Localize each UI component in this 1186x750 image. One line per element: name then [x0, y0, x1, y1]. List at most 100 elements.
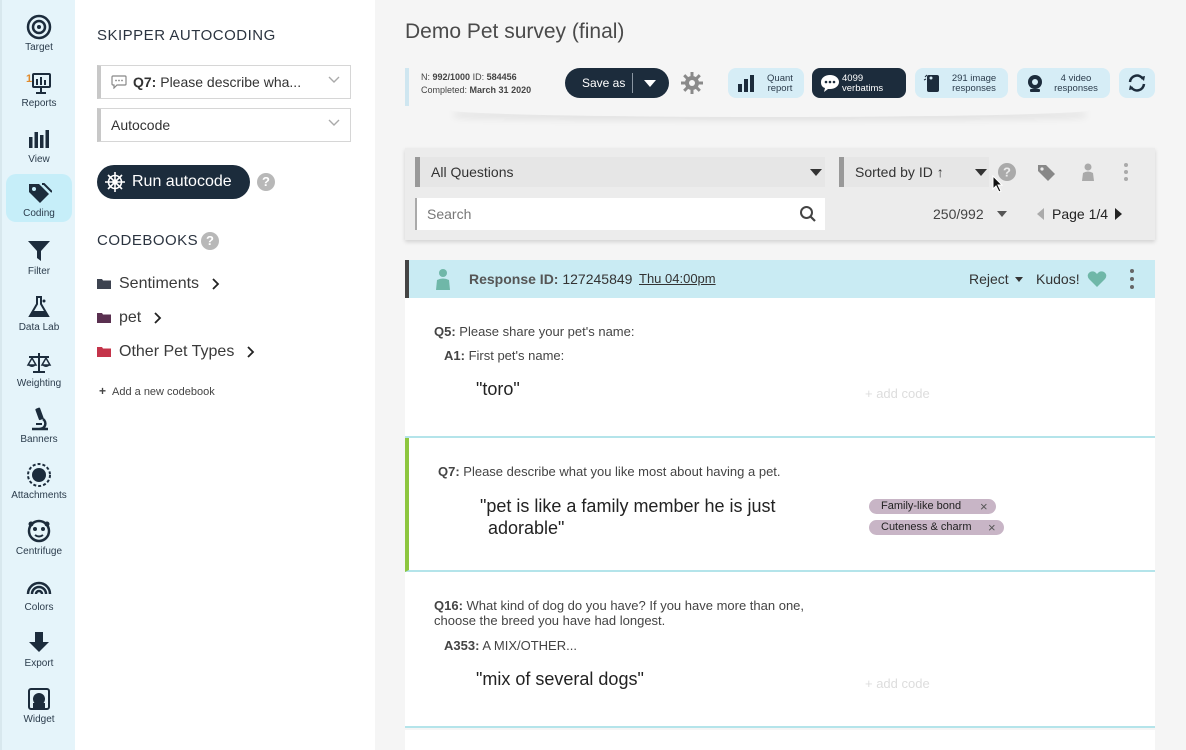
nav-item-centrifuge[interactable]: Centrifuge — [6, 512, 72, 562]
video-responses-label: 4 video responses — [1054, 73, 1098, 94]
save-as-button[interactable]: Save as — [565, 68, 669, 98]
verbatims-label: 4099 verbatims — [842, 73, 884, 94]
chevron-right-icon[interactable] — [247, 346, 255, 358]
run-autocode-button[interactable]: Run autocode — [97, 165, 250, 199]
chevron-right-icon[interactable] — [212, 278, 220, 290]
kebab-menu-icon[interactable] — [1129, 268, 1135, 290]
search-icon[interactable] — [799, 205, 817, 223]
nav-item-attachments[interactable]: Attachments — [6, 456, 72, 506]
image-responses-label: 291 image responses — [951, 73, 997, 94]
code-tag-label: Family-like bond — [881, 500, 962, 512]
nav-item-data-lab[interactable]: Data Lab — [6, 288, 72, 338]
filter-toolbar: All Questions Sorted by ID ↑ ? Search 25… — [405, 148, 1155, 240]
search-input[interactable]: Search — [415, 198, 825, 230]
video-responses-button[interactable]: 4 video responses — [1017, 68, 1110, 98]
quant-report-button[interactable]: Quant report — [728, 68, 804, 98]
image-responses-button[interactable]: 291 image responses — [915, 68, 1008, 98]
nav-label: Reports — [21, 98, 57, 109]
kebab-menu-icon[interactable] — [1122, 162, 1130, 182]
response-question-block — [405, 730, 1155, 750]
nav-item-weighting[interactable]: Weighting — [6, 344, 72, 394]
gear-icon[interactable] — [680, 71, 704, 95]
autocoding-panel: SKIPPER AUTOCODING Q7: Please describe w… — [75, 0, 375, 750]
code-tag[interactable]: Cuteness & charm × — [869, 520, 1004, 535]
tag-icon[interactable] — [1036, 162, 1056, 182]
tags-icon — [29, 183, 52, 203]
response-time-link[interactable]: Thu 04:00pm — [639, 271, 716, 286]
folder-icon — [97, 347, 111, 357]
codebook-name: Sentiments — [119, 275, 200, 292]
bar-chart-icon — [738, 75, 754, 92]
divider — [632, 73, 633, 93]
divider — [450, 103, 1090, 117]
target-icon — [26, 14, 52, 40]
question-text: Q5: Please share your pet's name: — [434, 324, 635, 339]
nav-label: Widget — [23, 714, 55, 725]
caret-down-icon — [975, 169, 987, 176]
folder-icon — [97, 313, 111, 323]
nav-item-export[interactable]: Export — [6, 624, 72, 674]
refresh-button[interactable] — [1119, 68, 1155, 98]
svg-text:?: ? — [1003, 165, 1011, 180]
run-autocode-label: Run autocode — [132, 173, 232, 190]
flask-icon — [28, 296, 50, 317]
nav-label: Target — [25, 42, 53, 53]
add-codebook-label: Add a new codebook — [112, 386, 215, 398]
sort-select[interactable]: Sorted by ID ↑ — [839, 157, 989, 187]
rainbow-icon — [26, 581, 52, 595]
response-id: Response ID: 127245849 — [469, 271, 633, 287]
remove-tag-icon[interactable]: × — [988, 520, 996, 535]
chevron-right-icon[interactable] — [154, 312, 162, 324]
add-codebook-link[interactable]: + Add a new codebook — [99, 384, 215, 398]
nav-label: Export — [24, 658, 54, 669]
response-question-block: Q16: What kind of dog do you have? If yo… — [405, 572, 1155, 728]
nav-label: Filter — [27, 266, 51, 277]
question-text: Q16: What kind of dog do you have? If yo… — [434, 598, 805, 628]
help-icon[interactable]: ? — [257, 173, 275, 191]
caret-down-icon[interactable] — [644, 80, 656, 87]
nav-item-target[interactable]: Target — [6, 8, 72, 58]
code-tag[interactable]: Family-like bond × — [869, 499, 996, 514]
page-indicator: Page 1/4 — [1052, 206, 1109, 222]
reports-icon: 1 — [26, 73, 51, 94]
mode-select[interactable]: Autocode — [97, 108, 351, 142]
nav-item-widget[interactable]: Widget — [6, 680, 72, 730]
codebooks-title: CODEBOOKS — [97, 232, 199, 249]
nav-item-filter[interactable]: Filter — [6, 232, 72, 282]
nav-item-colors[interactable]: Colors — [6, 568, 72, 618]
nav-label: Coding — [23, 208, 55, 219]
nav-item-banners[interactable]: Banners — [6, 400, 72, 450]
caret-down-icon — [997, 211, 1007, 217]
mode-select-value: Autocode — [111, 117, 171, 133]
remove-tag-icon[interactable]: × — [980, 499, 988, 514]
person-icon — [436, 269, 450, 290]
nav-item-coding[interactable]: Coding — [6, 174, 72, 222]
ship-wheel-icon — [105, 172, 125, 192]
heart-icon[interactable] — [1087, 270, 1107, 288]
nav-item-reports[interactable]: 1 Reports — [6, 64, 72, 114]
webcam-icon — [1028, 75, 1042, 92]
help-icon[interactable]: ? — [201, 232, 219, 250]
person-icon[interactable] — [1078, 162, 1098, 182]
sunburst-icon — [27, 463, 51, 487]
question-select[interactable]: Q7: Please describe wha... — [97, 65, 351, 99]
survey-meta: N: 992/1000 ID: 584456 Completed: March … — [405, 68, 531, 106]
prev-page-icon[interactable] — [1037, 208, 1044, 220]
quant-report-label: Quant report — [767, 73, 793, 94]
add-code-link[interactable]: + add code — [865, 386, 930, 401]
codebook-name: Other Pet Types — [119, 343, 235, 360]
page-size-select[interactable]: 250/992 — [933, 206, 1007, 222]
next-page-icon[interactable] — [1115, 208, 1122, 220]
nav-item-view[interactable]: View — [6, 120, 72, 170]
add-code-link[interactable]: + add code — [865, 676, 930, 691]
nav-label: View — [28, 154, 50, 165]
reject-select[interactable]: Reject — [969, 271, 1023, 287]
answer-label: A353: A MIX/OTHER... — [444, 638, 577, 653]
response-header: Response ID: 127245849 Thu 04:00pm Rejec… — [405, 260, 1155, 298]
verbatims-button[interactable]: 4099 verbatims — [812, 68, 906, 98]
question-filter-select[interactable]: All Questions — [415, 157, 825, 187]
caret-down-icon — [810, 169, 822, 176]
chevron-down-icon — [328, 76, 340, 83]
folder-icon — [97, 279, 111, 289]
code-tag-label: Cuteness & charm — [881, 521, 972, 533]
